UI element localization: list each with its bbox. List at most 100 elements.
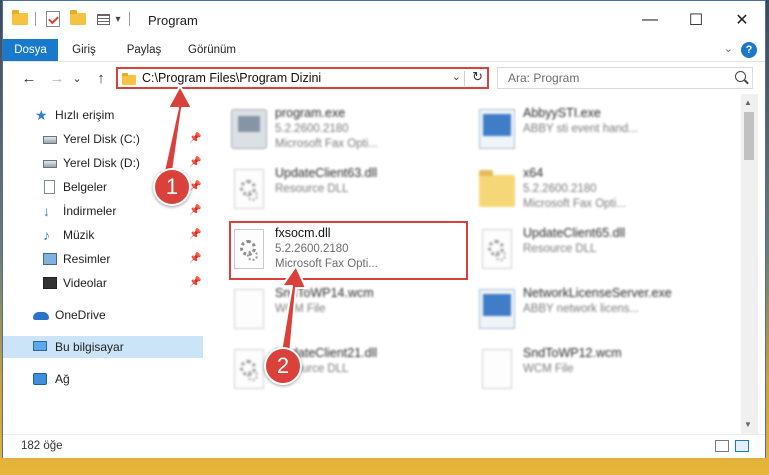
file-detail: WCM File — [523, 363, 574, 375]
search-box[interactable] — [497, 67, 753, 89]
pin-icon[interactable]: 📌 — [189, 152, 201, 174]
file-detail: 5.2.2600.2180 — [275, 123, 349, 135]
vertical-scrollbar[interactable]: ▲ ▼ — [741, 94, 758, 434]
address-bar[interactable]: C:\Program Files\Program Dizini ⌄ ↻ — [116, 67, 489, 89]
back-button[interactable]: ← — [19, 67, 39, 89]
sidebar-item-label: Ağ — [55, 372, 70, 386]
file-name: x64 — [523, 166, 544, 180]
folder-icon — [122, 73, 136, 85]
file-item[interactable]: program.exe 5.2.2600.2180 Microsoft Fax … — [225, 103, 465, 157]
sidebar-item-videos[interactable]: Videolar 📌 — [3, 272, 203, 294]
document-icon — [44, 180, 55, 194]
tab-view[interactable]: Görünüm — [181, 39, 243, 61]
dll-icon — [234, 229, 264, 269]
sidebar-item-label: Videolar — [63, 276, 107, 290]
music-icon: ♪ — [43, 227, 50, 243]
divider — [35, 12, 36, 26]
file-detail: ABBY sti event hand... — [523, 123, 638, 135]
file-item-highlighted[interactable]: fxsocm.dll 5.2.2600.2180 Microsoft Fax O… — [225, 223, 465, 277]
new-folder-icon[interactable] — [69, 10, 87, 28]
minimize-button[interactable]: — — [627, 1, 673, 39]
sidebar-item-network[interactable]: Ağ — [3, 368, 203, 390]
tab-file[interactable]: Dosya — [3, 39, 58, 61]
sidebar-item-onedrive[interactable]: OneDrive — [3, 304, 203, 326]
disk-icon — [43, 136, 57, 144]
explorer-window: ▾ Program — ☐ ✕ Dosya Giriş Paylaş Görün… — [2, 0, 766, 458]
file-detail: Resource DLL — [523, 243, 597, 255]
pin-icon[interactable]: 📌 — [189, 272, 201, 294]
file-item[interactable]: UpdateClient65.dll Resource DLL — [473, 223, 713, 277]
folder-icon — [11, 10, 29, 28]
forward-button[interactable]: → — [47, 67, 67, 89]
file-item[interactable]: UpdateClient21.dll Resource DLL — [225, 343, 465, 397]
details-view-icon[interactable] — [715, 440, 729, 452]
file-item[interactable]: x64 5.2.2600.2180 Microsoft Fax Opti... — [473, 163, 713, 217]
recent-locations-button[interactable]: ⌄ — [71, 67, 83, 89]
dll-icon — [482, 229, 512, 269]
status-bar: 182 öğe — [3, 434, 765, 458]
close-button[interactable]: ✕ — [719, 1, 765, 39]
file-item[interactable]: AbbyySTI.exe ABBY sti event hand... — [473, 103, 713, 157]
maximize-button[interactable]: ☐ — [673, 1, 719, 39]
divider — [129, 12, 130, 26]
tab-home[interactable]: Giriş — [65, 39, 103, 61]
sidebar-item-quick-access[interactable]: ★ Hızlı erişim — [3, 104, 203, 126]
dll-icon — [234, 169, 264, 209]
setup-icon — [231, 109, 267, 149]
customize-toolbar-icon[interactable]: ▾ — [113, 10, 123, 28]
file-item[interactable]: UpdateClient63.dll Resource DLL — [225, 163, 465, 217]
pin-icon[interactable]: 📌 — [189, 248, 201, 270]
sidebar-item-local-disk-c[interactable]: Yerel Disk (C:) 📌 — [3, 128, 203, 150]
sidebar-item-label: OneDrive — [55, 308, 106, 322]
file-detail: Microsoft Fax Opti... — [275, 258, 378, 270]
address-text[interactable]: C:\Program Files\Program Dizini — [142, 71, 321, 85]
ribbon-expand-icon[interactable]: ⌄ — [724, 42, 733, 55]
tiles-view-icon[interactable] — [735, 440, 749, 452]
pin-icon[interactable]: 📌 — [189, 128, 201, 150]
ribbon: Dosya Giriş Paylaş Görünüm ⌄ ? — [3, 39, 765, 62]
download-icon: ↓ — [43, 203, 50, 219]
file-detail: WCM File — [275, 303, 326, 315]
file-item[interactable]: NetworkLicenseServer.exe ABBY network li… — [473, 283, 713, 337]
file-detail: Microsoft Fax Opti... — [275, 138, 378, 150]
properties-icon[interactable] — [45, 10, 61, 28]
file-name: NetworkLicenseServer.exe — [523, 286, 672, 300]
refresh-icon[interactable]: ↻ — [472, 69, 483, 85]
disk-icon — [43, 160, 57, 168]
window-title: Program — [148, 13, 198, 28]
help-button[interactable]: ? — [741, 42, 757, 58]
up-button[interactable]: ↑ — [91, 67, 111, 89]
sidebar-item-pictures[interactable]: Resimler 📌 — [3, 248, 203, 270]
scroll-up-icon[interactable]: ▲ — [744, 98, 752, 107]
search-input[interactable] — [508, 70, 718, 86]
callout-badge-2: 2 — [264, 347, 302, 385]
file-name: AbbyySTI.exe — [523, 106, 601, 120]
file-name: program.exe — [275, 106, 346, 120]
file-detail: Resource DLL — [275, 183, 349, 195]
scroll-down-icon[interactable]: ▼ — [744, 420, 752, 429]
pin-icon[interactable]: 📌 — [189, 200, 201, 222]
pin-icon[interactable]: 📌 — [189, 224, 201, 246]
exe-icon — [479, 109, 515, 149]
scrollbar-thumb[interactable] — [744, 112, 754, 160]
file-detail: 5.2.2600.2180 — [275, 243, 349, 255]
sidebar-item-music[interactable]: ♪ Müzik 📌 — [3, 224, 203, 246]
divider — [464, 71, 465, 86]
sidebar-item-label: Belgeler — [63, 180, 108, 194]
pictures-icon — [43, 253, 57, 265]
file-name: UpdateClient63.dll — [275, 166, 378, 180]
exe-icon — [479, 289, 515, 329]
file-item[interactable]: SndToWP12.wcm WCM File — [473, 343, 713, 397]
sidebar-item-label: Resimler — [63, 252, 111, 266]
file-detail: Microsoft Fax Opti... — [523, 198, 626, 210]
computer-icon — [33, 341, 47, 351]
file-name: SndToWP14.wcm — [275, 286, 374, 300]
search-icon[interactable] — [735, 71, 746, 82]
sidebar-item-this-pc[interactable]: Bu bilgisayar — [3, 336, 203, 358]
file-item[interactable]: SndToWP14.wcm WCM File — [225, 283, 465, 337]
videos-icon — [43, 277, 57, 289]
view-options-icon[interactable] — [95, 10, 111, 28]
chevron-down-icon[interactable]: ⌄ — [452, 70, 461, 83]
page-icon — [234, 289, 264, 329]
tab-share[interactable]: Paylaş — [119, 39, 169, 61]
